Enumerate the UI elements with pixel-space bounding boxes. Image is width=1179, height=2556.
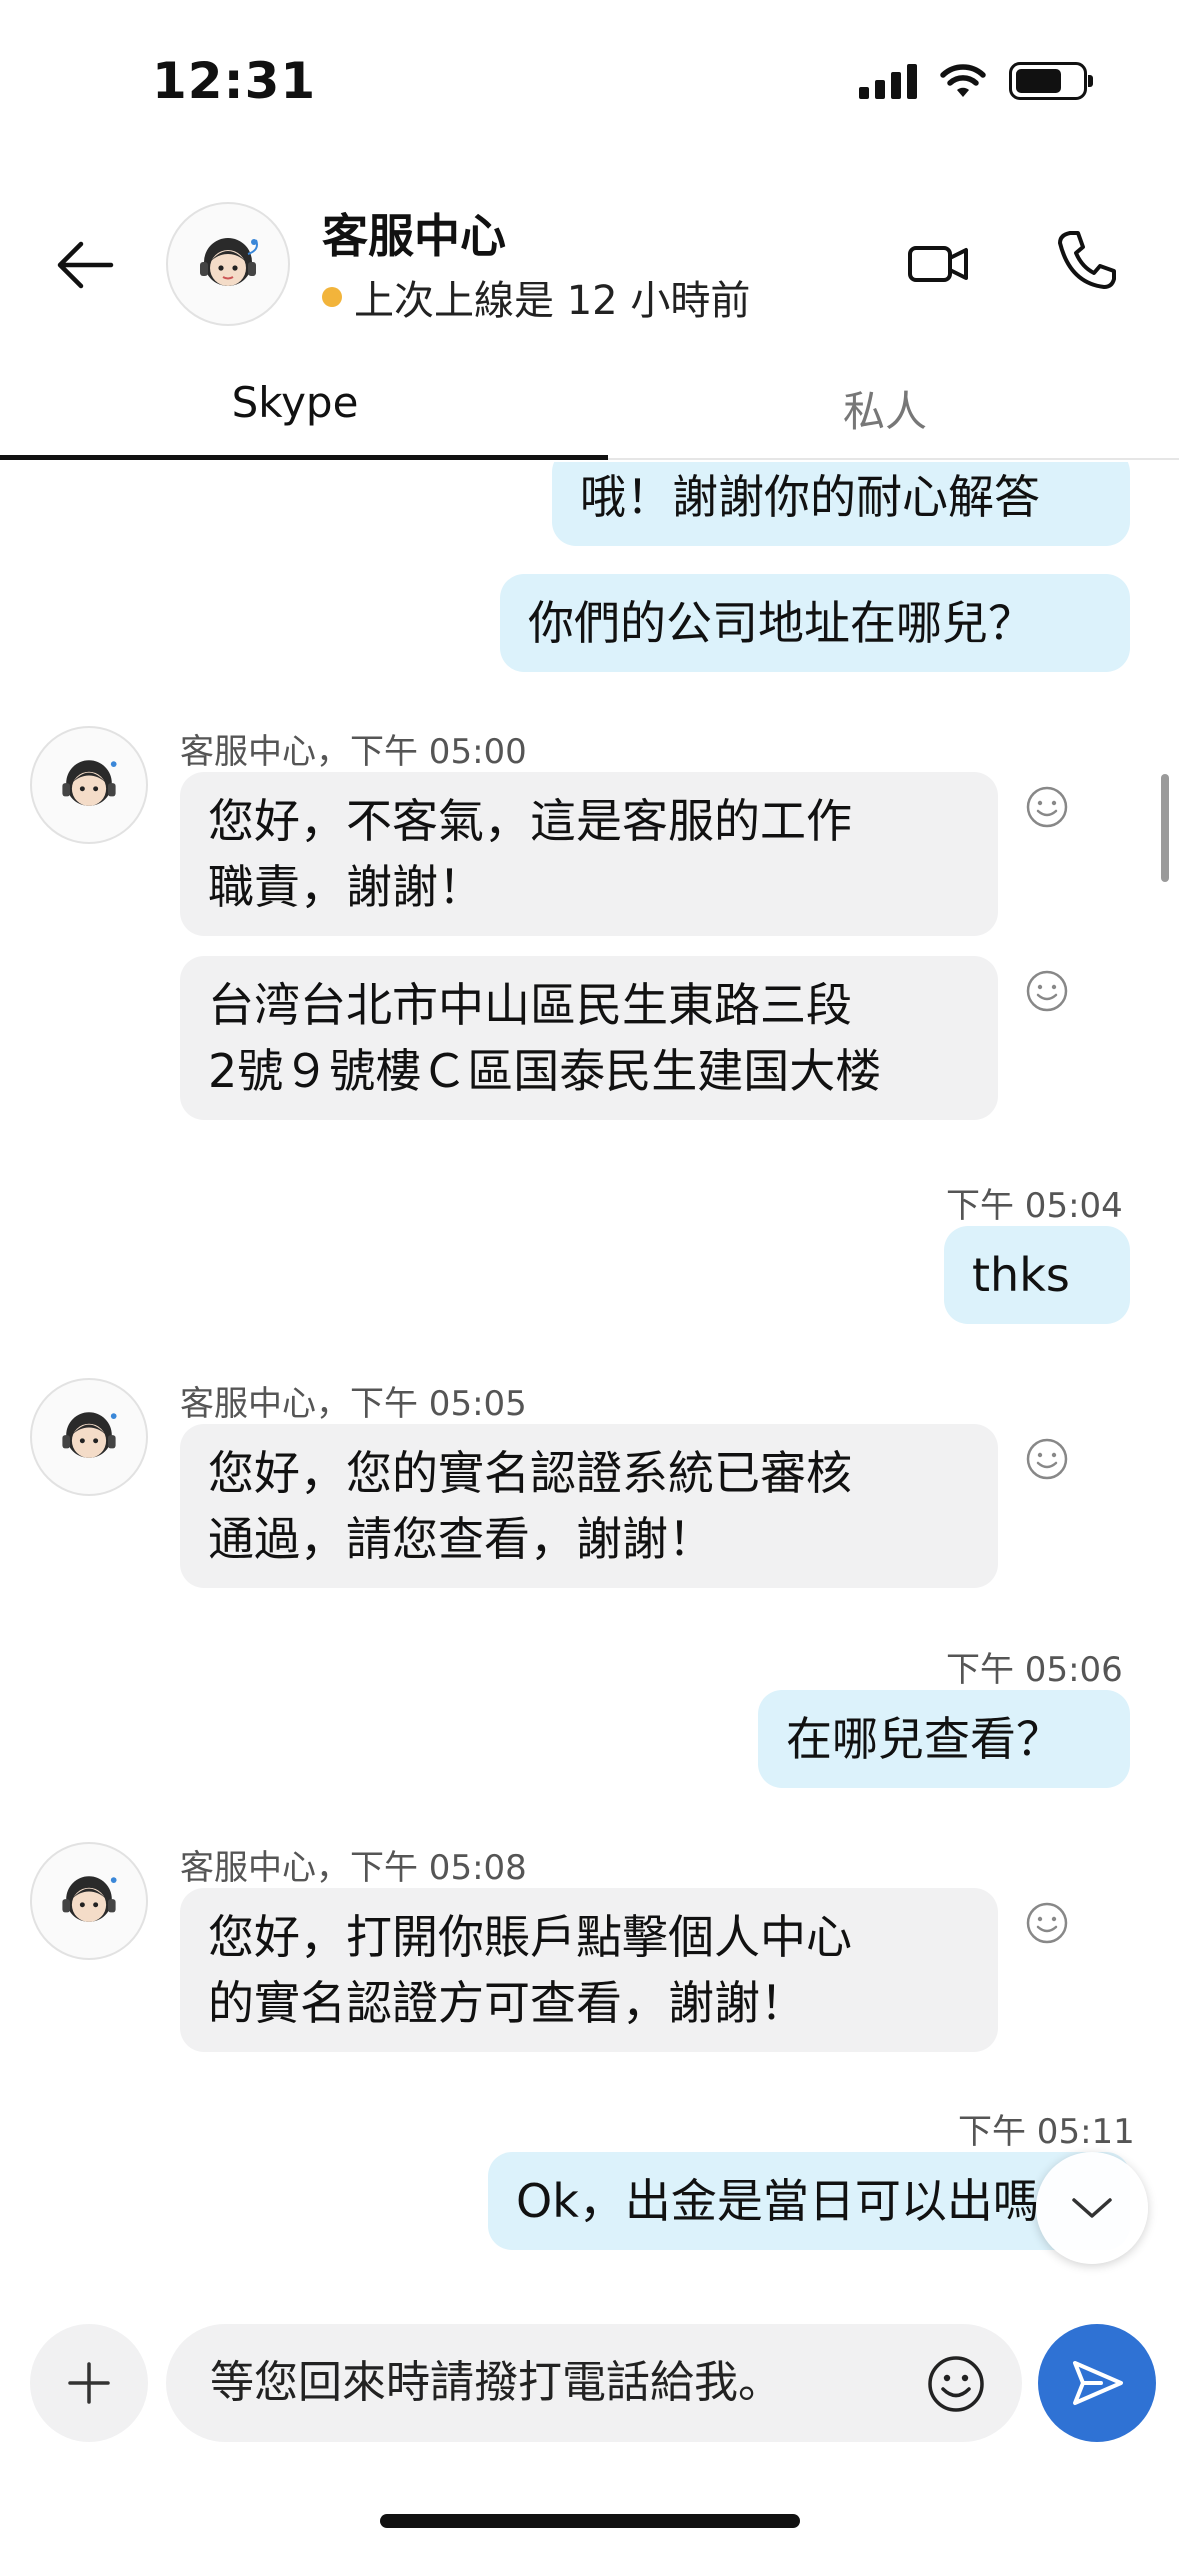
message-line: 的實名認證方可查看，謝謝！ [208, 1976, 806, 2030]
outgoing-message[interactable]: 你們的公司地址在哪兒？ [500, 574, 1130, 672]
wifi-icon [940, 64, 986, 97]
sender-timestamp: 客服中心，下午 05:00 [180, 732, 527, 772]
phone-call-icon [1058, 231, 1116, 289]
message-timestamp: 下午 05:04 [946, 1186, 1123, 1226]
support-agent-avatar-icon [62, 760, 117, 806]
incoming-message[interactable]: 您好，您的實名認證系統已審核 通過，請您查看，謝謝！ [180, 1424, 998, 1588]
message-line: 您好，打開你賬戶點擊個人中心 [208, 1910, 852, 1964]
add-attachment-button[interactable] [30, 2324, 148, 2442]
video-call-icon [908, 246, 968, 282]
last-seen-text: 上次上線是 12 小時前 [354, 278, 751, 324]
sender-avatar[interactable] [30, 1842, 148, 1960]
message-timestamp: 下午 05:06 [946, 1650, 1123, 1690]
message-line: 職責，謝謝！ [208, 860, 484, 914]
back-arrow-icon [57, 241, 114, 289]
battery-icon [1009, 62, 1093, 100]
presence-dot [322, 287, 342, 307]
message-line: 您好，不客氣，這是客服的工作 [208, 794, 852, 848]
sender-timestamp: 客服中心，下午 05:05 [180, 1384, 527, 1424]
incoming-message[interactable]: 台湾台北市中山區民生東路三段 2號９號樓Ｃ區国泰民生建国大楼 [180, 956, 998, 1120]
message-line: 您好，您的實名認證系統已審核 [208, 1446, 852, 1500]
contact-name[interactable]: 客服中心 [322, 200, 506, 266]
message-text: 哦！謝謝你的耐心解答 [580, 470, 1040, 524]
message-line: 2號９號樓Ｃ區国泰民生建国大楼 [208, 1044, 882, 1098]
back-button[interactable] [50, 230, 120, 300]
incoming-message[interactable]: 您好，不客氣，這是客服的工作 職責，謝謝！ [180, 772, 998, 936]
sender-avatar[interactable] [30, 1378, 148, 1496]
incoming-message[interactable]: 您好，打開你賬戶點擊個人中心 的實名認證方可查看，謝謝！ [180, 1888, 998, 2052]
video-call-button[interactable] [904, 228, 974, 298]
outgoing-message[interactable]: 在哪兒查看？ [758, 1690, 1130, 1788]
message-text: Ok，出金是當日可以出嗎 [516, 2174, 1039, 2228]
chevron-down-icon [1072, 2198, 1112, 2218]
outgoing-message[interactable]: Ok，出金是當日可以出嗎 [488, 2152, 1130, 2250]
message-text: thks [972, 1248, 1070, 1302]
voice-call-button[interactable] [1050, 225, 1120, 295]
add-reaction-icon[interactable] [1024, 1900, 1070, 1946]
chat-tabs: Skype 私人 [0, 360, 1179, 460]
send-icon [1073, 2361, 1123, 2405]
outgoing-message[interactable]: 哦！謝謝你的耐心解答 [552, 462, 1130, 546]
message-input[interactable] [210, 2352, 890, 2403]
message-line: 通過，請您查看，謝謝！ [208, 1512, 714, 1566]
add-reaction-icon[interactable] [1024, 1436, 1070, 1482]
active-tab-indicator [0, 455, 608, 460]
tab-skype[interactable]: Skype [0, 378, 590, 427]
status-time: 12:31 [152, 52, 317, 110]
contact-avatar[interactable] [166, 202, 290, 326]
message-composer [0, 2300, 1179, 2500]
message-input-container[interactable] [166, 2324, 1022, 2442]
outgoing-message[interactable]: thks [944, 1226, 1130, 1324]
support-agent-avatar-icon [200, 238, 258, 286]
emoji-icon[interactable] [926, 2354, 986, 2414]
last-seen-status: 上次上線是 12 小時前 [322, 268, 750, 326]
status-icons [859, 62, 1093, 100]
scrollbar-thumb[interactable] [1161, 774, 1169, 882]
message-line: 台湾台北市中山區民生東路三段 [208, 978, 852, 1032]
add-reaction-icon[interactable] [1024, 784, 1070, 830]
signal-icon [859, 63, 917, 99]
message-list[interactable]: 哦！謝謝你的耐心解答 你們的公司地址在哪兒？ 客服中心，下午 05:00 您好，… [0, 462, 1179, 2300]
chat-header: 客服中心 上次上線是 12 小時前 [0, 170, 1179, 360]
support-agent-avatar-icon [62, 1876, 117, 1922]
message-text: 在哪兒查看？ [786, 1712, 1062, 1766]
message-timestamp: 下午 05:11 [958, 2112, 1135, 2152]
plus-icon [68, 2362, 110, 2404]
sender-avatar[interactable] [30, 726, 148, 844]
status-bar: 12:31 [0, 0, 1179, 170]
send-button[interactable] [1038, 2324, 1156, 2442]
scroll-to-bottom-button[interactable] [1036, 2152, 1148, 2264]
message-text: 你們的公司地址在哪兒？ [528, 596, 1034, 650]
tab-private[interactable]: 私人 [590, 378, 1179, 439]
add-reaction-icon[interactable] [1024, 968, 1070, 1014]
support-agent-avatar-icon [62, 1412, 117, 1458]
sender-timestamp: 客服中心，下午 05:08 [180, 1848, 527, 1888]
home-indicator[interactable] [380, 2514, 800, 2528]
